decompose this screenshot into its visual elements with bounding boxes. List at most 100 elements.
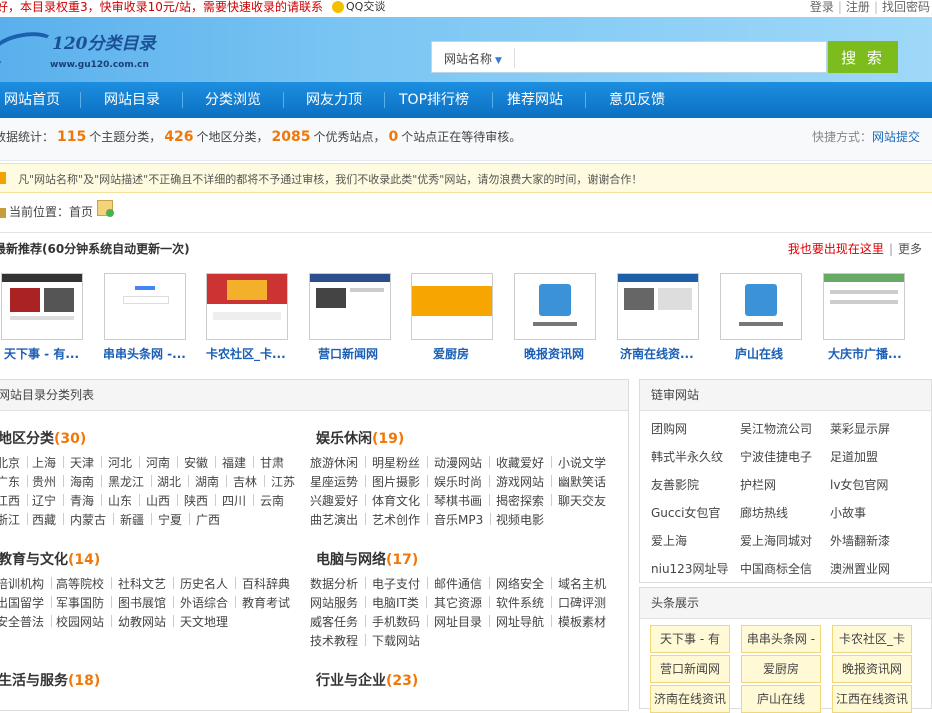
forgot-password-link[interactable]: 找回密码 (882, 0, 930, 14)
friend-link[interactable]: 足道加盟 (830, 448, 878, 465)
nav-top-ranking[interactable]: TOP排行榜 (399, 82, 469, 118)
category-link[interactable]: 陕西 (184, 492, 217, 509)
friend-link[interactable]: 廊坊热线 (740, 504, 788, 521)
category-heading[interactable]: 地区分类(30) (0, 428, 308, 448)
category-link[interactable]: 山东 (108, 492, 141, 509)
category-link[interactable]: 邮件通信 (434, 575, 491, 592)
category-link[interactable]: 曲艺演出 (310, 511, 367, 528)
friend-link[interactable]: lv女包官网 (830, 476, 888, 493)
category-link[interactable]: 口碑评测 (558, 594, 606, 611)
category-link[interactable]: 体育文化 (372, 492, 429, 509)
category-heading[interactable]: 教育与文化(14) (0, 549, 308, 569)
thumbnail-label[interactable]: 大庆市广播... (828, 345, 928, 362)
category-link[interactable]: 西藏 (32, 511, 65, 528)
category-link[interactable]: 威客任务 (310, 613, 367, 630)
category-link[interactable]: 江西 (0, 492, 29, 509)
category-link[interactable]: 安徽 (184, 454, 217, 471)
category-link[interactable]: 聊天交友 (558, 492, 606, 509)
category-link[interactable]: 海南 (70, 473, 103, 490)
friend-link[interactable]: niu123网址导 (651, 560, 728, 577)
search-type-select[interactable]: 网站名称 ▼ (444, 50, 502, 67)
category-heading[interactable]: 行业与企业(23) (316, 670, 626, 690)
category-link[interactable]: 辽宁 (32, 492, 65, 509)
category-link[interactable]: 浙江 (0, 511, 29, 528)
category-link[interactable]: 揭密探索 (496, 492, 553, 509)
category-link[interactable]: 高等院校 (56, 575, 113, 592)
category-link[interactable]: 域名主机 (558, 575, 606, 592)
category-link[interactable]: 技术教程 (310, 632, 367, 649)
category-link[interactable]: 幼教网站 (118, 613, 175, 630)
nav-top-picks[interactable]: 网友力顶 (306, 82, 362, 118)
appear-here-link[interactable]: 我也要出现在这里 (788, 242, 884, 256)
category-link[interactable]: 历史名人 (180, 575, 237, 592)
category-link[interactable]: 图书展馆 (118, 594, 175, 611)
category-link[interactable]: 校园网站 (56, 613, 113, 630)
category-link[interactable]: 网址目录 (434, 613, 491, 630)
category-link[interactable]: 琴棋书画 (434, 492, 491, 509)
category-link[interactable]: 其它资源 (434, 594, 491, 611)
site-thumbnail[interactable] (617, 273, 699, 340)
category-link[interactable]: 天文地理 (180, 613, 228, 630)
category-link[interactable]: 湖南 (195, 473, 228, 490)
friend-link[interactable]: 团购网 (651, 420, 687, 437)
site-thumbnail[interactable] (411, 273, 493, 340)
friend-link[interactable]: 中国商标全信 (740, 560, 812, 577)
category-link[interactable]: 山西 (146, 492, 179, 509)
search-button[interactable]: 搜 索 (828, 41, 898, 73)
thumbnail-label[interactable]: 营口新闻网 (318, 345, 418, 362)
category-link[interactable]: 甘肃 (260, 454, 284, 471)
category-link[interactable]: 四川 (222, 492, 255, 509)
category-link[interactable]: 云南 (260, 492, 284, 509)
headline-item[interactable]: 卡农社区_卡 (832, 625, 912, 653)
category-link[interactable]: 数据分析 (310, 575, 367, 592)
category-link[interactable]: 福建 (222, 454, 255, 471)
friend-link[interactable]: 外墙翻新漆 (830, 532, 890, 549)
category-link[interactable]: 娱乐时尚 (434, 473, 491, 490)
category-link[interactable]: 旅游休闲 (310, 454, 367, 471)
category-link[interactable]: 收藏爱好 (496, 454, 553, 471)
more-link[interactable]: 更多 (898, 242, 922, 256)
thumbnail-label[interactable]: 卡农社区_卡... (206, 345, 306, 362)
headline-item[interactable]: 济南在线资讯 (650, 685, 730, 713)
category-link[interactable]: 广西 (196, 511, 220, 528)
headline-item[interactable]: 庐山在线 (741, 685, 821, 713)
category-link[interactable]: 图片摄影 (372, 473, 429, 490)
category-link[interactable]: 军事国防 (56, 594, 113, 611)
friend-link[interactable]: 宁波佳捷电子 (740, 448, 812, 465)
thumbnail-label[interactable]: 串串头条网 -... (103, 345, 203, 362)
category-link[interactable]: 艺术创作 (372, 511, 429, 528)
category-link[interactable]: 模板素材 (558, 613, 606, 630)
category-link[interactable]: 手机数码 (372, 613, 429, 630)
nav-home[interactable]: 网站首页 (4, 82, 60, 118)
category-link[interactable]: 培训机构 (0, 575, 53, 592)
site-thumbnail[interactable] (309, 273, 391, 340)
category-link[interactable]: 安全普法 (0, 613, 53, 630)
thumbnail-label[interactable]: 天下事 - 有... (4, 345, 104, 362)
nav-feedback[interactable]: 意见反馈 (609, 82, 665, 118)
login-link[interactable]: 登录 (810, 0, 834, 14)
headline-item[interactable]: 天下事 - 有 (650, 625, 730, 653)
category-link[interactable]: 黑龙江 (108, 473, 153, 490)
site-logo[interactable]: 120分类目录 www.gu120.com.cn (0, 23, 160, 79)
category-link[interactable]: 明星粉丝 (372, 454, 429, 471)
category-link[interactable]: 星座运势 (310, 473, 367, 490)
category-link[interactable]: 外语综合 (180, 594, 237, 611)
category-link[interactable]: 百科辞典 (242, 575, 290, 592)
category-link[interactable]: 出国留学 (0, 594, 53, 611)
category-link[interactable]: 河北 (108, 454, 141, 471)
thumbnail-label[interactable]: 晚报资讯网 (524, 345, 624, 362)
headline-item[interactable]: 营口新闻网 (650, 655, 730, 683)
category-link[interactable]: 青海 (70, 492, 103, 509)
category-link[interactable]: 音乐MP3 (434, 511, 492, 528)
site-thumbnail[interactable] (823, 273, 905, 340)
friend-link[interactable]: 爱上海 (651, 532, 687, 549)
category-link[interactable]: 软件系统 (496, 594, 553, 611)
category-link[interactable]: 上海 (32, 454, 65, 471)
category-heading[interactable]: 电脑与网络(17) (316, 549, 626, 569)
site-thumbnail[interactable] (104, 273, 186, 340)
nav-directory[interactable]: 网站目录 (104, 82, 160, 118)
site-thumbnail[interactable] (206, 273, 288, 340)
category-link[interactable]: 兴趣爱好 (310, 492, 367, 509)
category-link[interactable]: 电脑IT类 (372, 594, 427, 611)
friend-link[interactable]: Gucci女包官 (651, 504, 720, 521)
